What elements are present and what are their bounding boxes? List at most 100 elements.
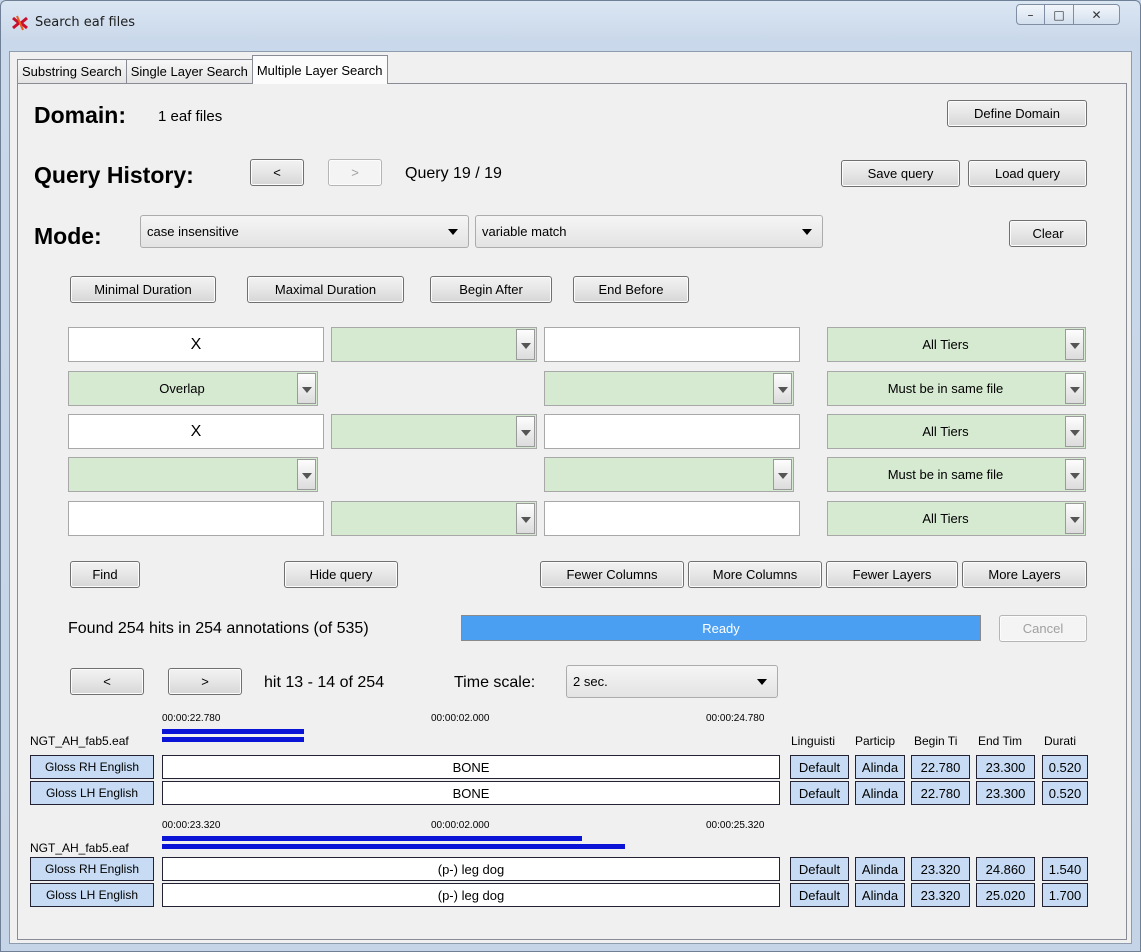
file-constraint-value-2: Must be in same file xyxy=(887,467,1004,482)
pattern-field-1[interactable]: X xyxy=(68,327,324,362)
end-time-cell: 23.300 xyxy=(976,781,1035,805)
fewer-layers-button[interactable]: Fewer Layers xyxy=(826,561,958,588)
col-header-linguistic: Linguisti xyxy=(791,734,836,748)
chevron-down-icon[interactable] xyxy=(1065,373,1084,404)
load-query-button[interactable]: Load query xyxy=(968,160,1087,187)
search-tabs: Substring Search Single Layer Search Mul… xyxy=(17,55,388,84)
duration-cell: 0.520 xyxy=(1042,755,1088,779)
hit1-tick-scale: 00:00:02.000 xyxy=(431,713,490,724)
layer-relation-select-2[interactable] xyxy=(68,457,318,492)
more-columns-button[interactable]: More Columns xyxy=(688,561,822,588)
begin-time-cell: 22.780 xyxy=(911,781,970,805)
close-button[interactable]: ✕ xyxy=(1074,4,1120,25)
chevron-down-icon[interactable] xyxy=(1065,459,1084,490)
define-domain-button[interactable]: Define Domain xyxy=(947,100,1087,127)
domain-heading: Domain: xyxy=(34,102,126,128)
maximize-button[interactable]: □ xyxy=(1045,4,1074,25)
participant-cell: Alinda xyxy=(855,781,905,805)
layer-relation-select-1[interactable]: Overlap xyxy=(68,371,318,406)
tier-select-2[interactable]: All Tiers xyxy=(827,414,1086,449)
hit1-tick-end: 00:00:24.780 xyxy=(706,713,765,724)
tier-select-value-1: All Tiers xyxy=(922,337,969,352)
file-constraint-select-2[interactable]: Must be in same file xyxy=(827,457,1086,492)
pattern-field-2[interactable] xyxy=(544,327,800,362)
chevron-down-icon[interactable] xyxy=(1065,329,1084,360)
hit2-tick-scale: 00:00:02.000 xyxy=(431,820,490,831)
tier-select-1[interactable]: All Tiers xyxy=(827,327,1086,362)
tier-select-value-2: All Tiers xyxy=(922,424,969,439)
tier-label[interactable]: Gloss LH English xyxy=(30,883,154,907)
begin-time-cell: 23.320 xyxy=(911,883,970,907)
tab-single-layer-search[interactable]: Single Layer Search xyxy=(125,59,253,83)
duration-cell: 1.700 xyxy=(1042,883,1088,907)
chevron-down-icon[interactable] xyxy=(297,373,316,404)
chevron-down-icon xyxy=(802,229,812,235)
hit2-file-name: NGT_AH_fab5.eaf xyxy=(30,841,129,855)
participant-cell: Alinda xyxy=(855,755,905,779)
search-window: Search eaf files – □ ✕ Substring Search … xyxy=(0,0,1141,952)
chevron-down-icon[interactable] xyxy=(773,373,792,404)
chevron-down-icon[interactable] xyxy=(1065,416,1084,447)
annotation-cell[interactable]: (p-) leg dog xyxy=(162,883,780,907)
column-operator-select-2[interactable] xyxy=(331,414,537,449)
end-before-button[interactable]: End Before xyxy=(573,276,689,303)
save-query-button[interactable]: Save query xyxy=(841,160,960,187)
fewer-columns-button[interactable]: Fewer Columns xyxy=(540,561,684,588)
column-operator-select-3[interactable] xyxy=(331,501,537,536)
match-type-value: variable match xyxy=(482,224,567,239)
clear-button[interactable]: Clear xyxy=(1009,220,1087,247)
linguistic-cell: Default xyxy=(790,857,849,881)
participant-cell: Alinda xyxy=(855,883,905,907)
annotation-cell[interactable]: (p-) leg dog xyxy=(162,857,780,881)
hit2-rh-timeline-bar xyxy=(162,836,582,841)
chevron-down-icon[interactable] xyxy=(297,459,316,490)
minimize-button[interactable]: – xyxy=(1016,4,1045,25)
column-relation-select-2[interactable] xyxy=(544,457,794,492)
end-time-cell: 24.860 xyxy=(976,857,1035,881)
hide-query-button[interactable]: Hide query xyxy=(284,561,398,588)
minimal-duration-button[interactable]: Minimal Duration xyxy=(70,276,216,303)
layer-relation-value-1: Overlap xyxy=(159,381,205,396)
domain-value: 1 eaf files xyxy=(158,108,223,125)
history-next-button[interactable]: > xyxy=(328,159,382,186)
hit-next-button[interactable]: > xyxy=(168,668,242,695)
cancel-button[interactable]: Cancel xyxy=(999,615,1087,642)
chevron-down-icon[interactable] xyxy=(773,459,792,490)
pattern-field-4[interactable] xyxy=(544,414,800,449)
annotation-cell[interactable]: BONE xyxy=(162,781,780,805)
end-time-cell: 25.020 xyxy=(976,883,1035,907)
begin-after-button[interactable]: Begin After xyxy=(430,276,552,303)
case-sensitivity-select[interactable]: case insensitive xyxy=(140,215,469,248)
multiple-layer-search-panel: Domain: 1 eaf files Define Domain Query … xyxy=(17,83,1127,940)
maximal-duration-button[interactable]: Maximal Duration xyxy=(247,276,404,303)
tier-label[interactable]: Gloss RH English xyxy=(30,857,154,881)
tab-substring-search[interactable]: Substring Search xyxy=(17,59,127,83)
find-button[interactable]: Find xyxy=(70,561,140,588)
tab-multiple-layer-search[interactable]: Multiple Layer Search xyxy=(251,55,388,84)
pattern-field-5[interactable] xyxy=(68,501,324,536)
match-type-select[interactable]: variable match xyxy=(475,215,823,248)
pattern-field-3[interactable]: X xyxy=(68,414,324,449)
annotation-cell[interactable]: BONE xyxy=(162,755,780,779)
more-layers-button[interactable]: More Layers xyxy=(962,561,1087,588)
history-prev-button[interactable]: < xyxy=(250,159,304,186)
hit-prev-button[interactable]: < xyxy=(70,668,144,695)
tier-select-3[interactable]: All Tiers xyxy=(827,501,1086,536)
column-relation-select-1[interactable] xyxy=(544,371,794,406)
time-scale-select[interactable]: 2 sec. xyxy=(566,665,778,698)
tier-label[interactable]: Gloss RH English xyxy=(30,755,154,779)
query-status: Query 19 / 19 xyxy=(405,165,502,182)
time-scale-value: 2 sec. xyxy=(573,674,608,689)
tier-label[interactable]: Gloss LH English xyxy=(30,781,154,805)
chevron-down-icon[interactable] xyxy=(1065,503,1084,534)
file-constraint-select-1[interactable]: Must be in same file xyxy=(827,371,1086,406)
begin-time-cell: 23.320 xyxy=(911,857,970,881)
title-bar[interactable]: Search eaf files – □ ✕ xyxy=(1,1,1140,43)
chevron-down-icon[interactable] xyxy=(516,329,535,360)
column-operator-select-1[interactable] xyxy=(331,327,537,362)
chevron-down-icon[interactable] xyxy=(516,416,535,447)
chevron-down-icon xyxy=(448,229,458,235)
pattern-field-6[interactable] xyxy=(544,501,800,536)
duration-cell: 0.520 xyxy=(1042,781,1088,805)
chevron-down-icon[interactable] xyxy=(516,503,535,534)
